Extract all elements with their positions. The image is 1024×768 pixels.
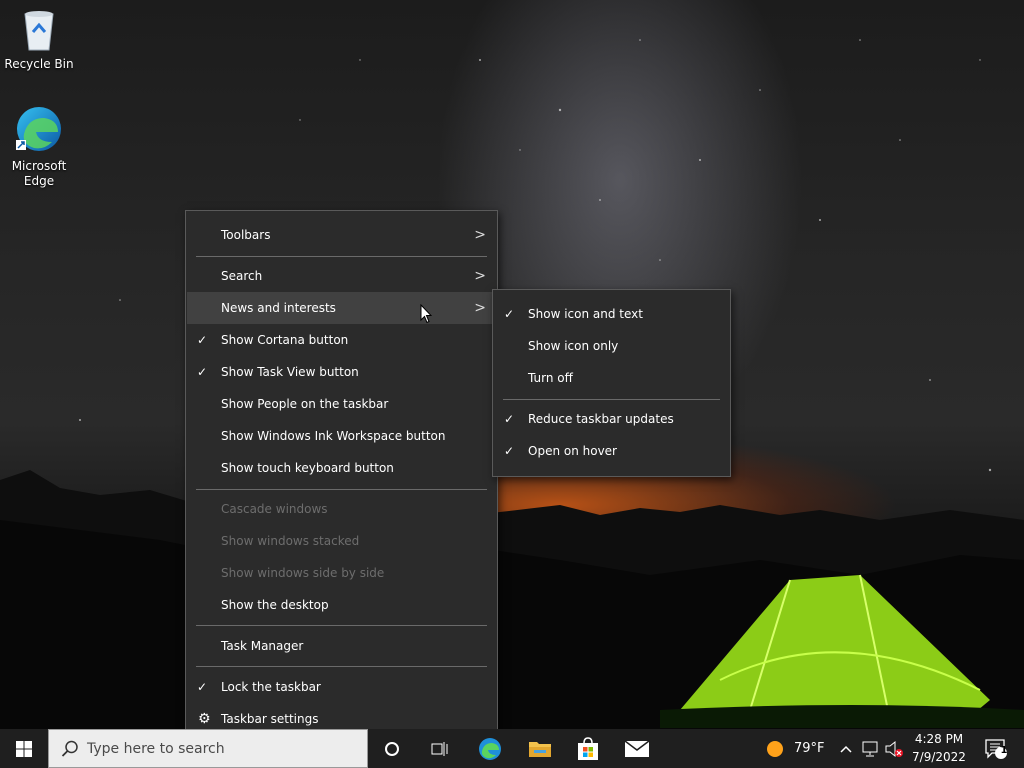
menu-item-label: Reduce taskbar updates [528,412,674,426]
recycle-bin-icon [24,11,54,51]
mouse-cursor-icon [420,304,432,324]
checkmark-icon: ✓ [504,412,515,426]
volume-button[interactable] [882,729,906,768]
windows-logo-icon [16,740,32,757]
cortana-button[interactable] [368,729,416,768]
task-view-button[interactable] [416,729,464,768]
menu-item-show-people[interactable]: Show People on the taskbar [187,388,496,420]
checkmark-icon: ✓ [197,365,208,379]
menu-item-label: Task Manager [221,639,304,653]
menu-item-label: Show windows stacked [221,534,360,548]
clock-time[interactable]: 4:28 PM [910,732,968,746]
menu-separator [196,489,487,490]
menu-item-toolbars[interactable]: Toolbars > [187,219,496,251]
edge-icon [479,737,501,760]
menu-separator [196,666,487,667]
network-icon [862,741,878,756]
menu-item-label: Search [221,269,263,283]
checkmark-icon: ✓ [197,680,208,694]
menu-item-label: Turn off [528,371,573,385]
submenu-item-show-icon-only[interactable]: Show icon only [494,330,729,362]
checkmark-icon: ✓ [197,333,208,347]
volume-muted-icon [885,740,903,757]
clock-date[interactable]: 7/9/2022 [910,750,968,764]
menu-separator [503,399,720,400]
menu-item-label: Show Task View button [221,365,359,379]
menu-item-lock-the-taskbar[interactable]: ✓ Lock the taskbar [187,671,496,703]
action-center-button[interactable]: 1 [976,729,1016,768]
notification-count-badge: 1 [1000,745,1008,756]
chevron-right-icon: > [474,268,486,284]
menu-item-news-and-interests[interactable]: News and interests > [187,292,496,324]
menu-item-label: News and interests [221,301,336,315]
menu-item-show-task-view-button[interactable]: ✓ Show Task View button [187,356,496,388]
submenu-item-reduce-taskbar-updates[interactable]: ✓ Reduce taskbar updates [494,403,729,435]
menu-item-label: Lock the taskbar [221,680,321,694]
network-button[interactable] [858,729,882,768]
menu-item-label: Open on hover [528,444,617,458]
menu-item-label: Cascade windows [221,502,328,516]
mail-button[interactable] [612,729,662,768]
taskbar: Type here to search 79°F 4:28 PM 7/9/202… [0,729,1024,768]
checkmark-icon: ✓ [504,444,515,458]
submenu-item-show-icon-and-text[interactable]: ✓ Show icon and text [494,298,729,330]
menu-item-label: Show touch keyboard button [221,461,394,475]
taskbar-edge-button[interactable] [464,729,516,768]
chevron-up-icon [840,745,852,753]
menu-item-show-touch-keyboard[interactable]: Show touch keyboard button [187,452,496,484]
news-and-interests-submenu: ✓ Show icon and text Show icon only Turn… [492,289,731,477]
folder-icon [529,741,551,757]
menu-item-label: Show icon and text [528,307,643,321]
edge-label-line1: Microsoft [11,159,67,173]
taskbar-context-menu: Toolbars > Search > News and interests >… [185,210,498,732]
chevron-right-icon: > [474,300,486,316]
sun-icon [767,740,783,757]
menu-item-search[interactable]: Search > [187,260,496,292]
mail-icon [624,739,650,757]
menu-item-label: Show windows side by side [221,566,385,580]
desktop-icon-microsoft-edge[interactable]: Microsoft Edge [3,104,75,189]
menu-item-show-windows-stacked: Show windows stacked [187,525,496,557]
menu-item-label: Show icon only [528,339,619,353]
menu-item-label: Show the desktop [221,598,329,612]
edge-icon [16,107,61,151]
menu-item-show-cortana-button[interactable]: ✓ Show Cortana button [187,324,496,356]
recycle-bin-label: Recycle Bin [4,57,74,71]
checkmark-icon: ✓ [504,307,515,321]
menu-item-task-manager[interactable]: Task Manager [187,630,496,662]
search-placeholder: Type here to search [87,740,225,757]
menu-item-label: Show Cortana button [221,333,349,347]
menu-item-cascade-windows: Cascade windows [187,493,496,525]
desktop-icon-recycle-bin[interactable]: Recycle Bin [3,8,75,72]
search-icon [61,740,78,757]
menu-item-label: Show People on the taskbar [221,397,389,411]
menu-item-label: Show Windows Ink Workspace button [221,429,446,443]
camping-tent [660,574,1024,728]
task-view-icon [431,741,448,756]
store-icon [578,736,598,760]
chevron-right-icon: > [474,227,486,243]
submenu-item-open-on-hover[interactable]: ✓ Open on hover [494,435,729,467]
menu-separator [196,625,487,626]
taskbar-search-box[interactable]: Type here to search [48,729,368,768]
menu-item-label: Toolbars [221,228,271,242]
menu-separator [196,256,487,257]
weather-temperature: 79°F [794,741,825,756]
edge-label-line2: Edge [23,174,55,188]
file-explorer-button[interactable] [516,729,564,768]
show-hidden-icons-button[interactable] [836,729,856,768]
news-and-interests-widget[interactable]: 79°F [760,729,830,768]
start-button[interactable] [0,729,48,768]
microsoft-store-button[interactable] [564,729,612,768]
menu-item-show-ink-workspace[interactable]: Show Windows Ink Workspace button [187,420,496,452]
menu-item-label: Taskbar settings [221,712,319,726]
cortana-icon [385,741,399,756]
menu-item-show-the-desktop[interactable]: Show the desktop [187,589,496,621]
menu-item-show-windows-side-by-side: Show windows side by side [187,557,496,589]
submenu-item-turn-off[interactable]: Turn off [494,362,729,394]
